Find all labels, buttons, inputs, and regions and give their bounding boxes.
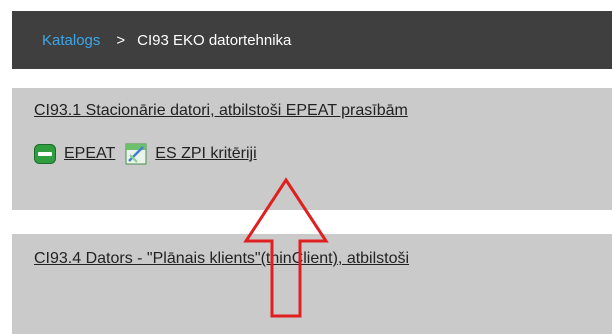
item-links-row: EPEAT ES ZPI kritēriji [34, 143, 267, 165]
es-zpi-criteria-label: ES ZPI kritēriji [155, 145, 257, 162]
catalog-item-title[interactable]: CI93.1 Stacionārie datori, atbilstoši EP… [34, 102, 408, 120]
epeat-badge-icon [34, 144, 56, 164]
breadcrumb: Katalogs > CI93 EKO datortehnika [12, 11, 612, 69]
catalog-item-panel: CI93.4 Dators - "Plānais klients"(thinCl… [12, 234, 612, 334]
es-zpi-criteria-link[interactable]: ES ZPI kritēriji [125, 143, 257, 165]
epeat-link[interactable]: EPEAT [34, 144, 115, 164]
breadcrumb-current: CI93 EKO datortehnika [137, 31, 292, 49]
breadcrumb-separator: > [116, 31, 126, 49]
catalog-item-panel: CI93.1 Stacionārie datori, atbilstoši EP… [12, 88, 612, 210]
breadcrumb-link-katalogs[interactable]: Katalogs [42, 32, 100, 49]
epeat-link-label: EPEAT [64, 145, 116, 162]
criteria-document-icon [125, 143, 147, 165]
catalog-item-title[interactable]: CI93.4 Dators - "Plānais klients"(thinCl… [34, 250, 409, 268]
